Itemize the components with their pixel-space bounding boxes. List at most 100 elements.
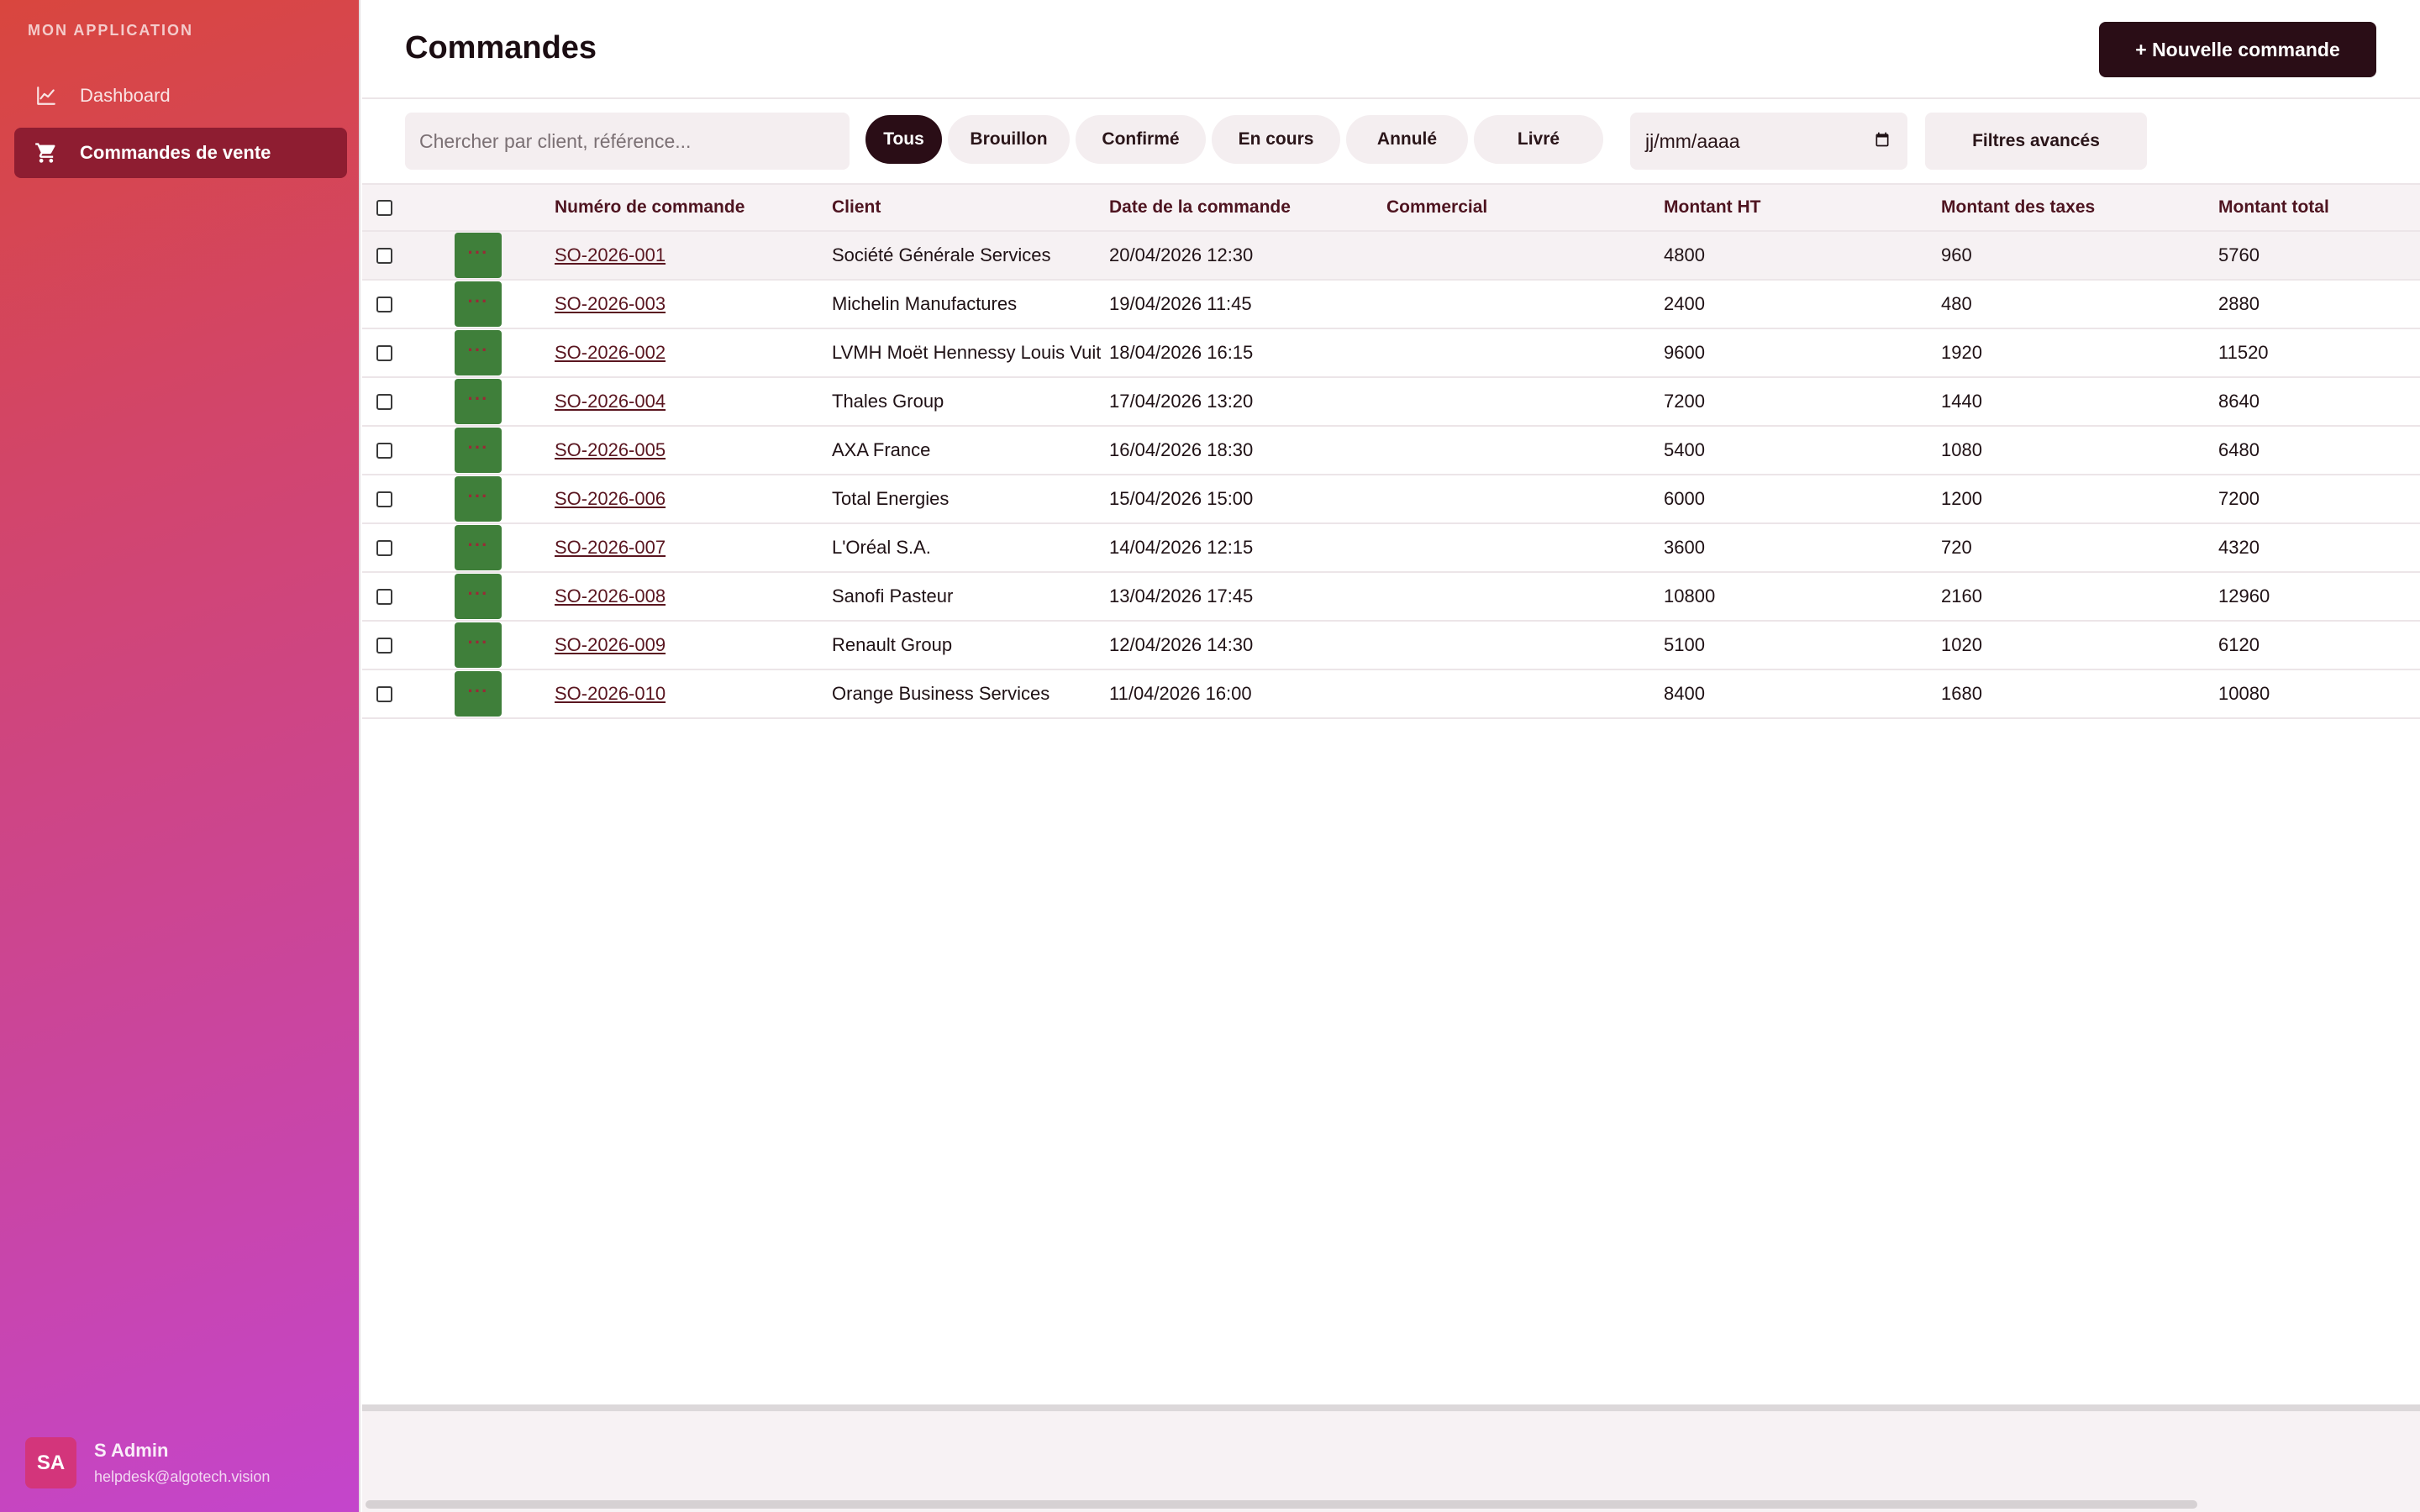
table-row[interactable]: ··· SO-2026-009 Renault Group 12/04/2026 14… (362, 622, 2420, 670)
date-cell: 17/04/2026 13:20 (1109, 391, 1254, 412)
tax-amount-cell: 1020 (1941, 634, 1982, 655)
table-row[interactable]: ··· SO-2026-005 AXA France 16/04/2026 18:30… (362, 427, 2420, 475)
order-number-link[interactable]: SO-2026-007 (555, 537, 666, 559)
amount-ht-cell: 5100 (1664, 634, 1705, 655)
row-actions-button[interactable]: ··· (455, 476, 502, 522)
filter-delivered[interactable]: Livré (1474, 115, 1603, 164)
filter-draft[interactable]: Brouillon (948, 115, 1070, 164)
filter-all[interactable]: Tous (865, 115, 942, 164)
row-actions-button[interactable]: ··· (455, 379, 502, 424)
tax-amount-cell: 2160 (1941, 585, 1982, 606)
order-number-link[interactable]: SO-2026-010 (555, 683, 666, 705)
more-icon: ··· (467, 534, 489, 555)
table-row[interactable]: ··· SO-2026-006 Total Energies 15/04/2026 1… (362, 475, 2420, 524)
sidebar-item-sales-orders[interactable]: Commandes de vente (14, 128, 347, 178)
sidebar-item-label: Commandes de vente (80, 142, 271, 163)
avatar: SA (25, 1437, 76, 1488)
table-row[interactable]: ··· SO-2026-010 Orange Business Services 11… (362, 670, 2420, 719)
total-amount-cell: 11520 (2218, 342, 2269, 363)
table-row[interactable]: ··· SO-2026-004 Thales Group 17/04/2026 13:… (362, 378, 2420, 427)
row-checkbox[interactable] (376, 393, 392, 410)
row-actions-button[interactable]: ··· (455, 330, 502, 375)
client-cell: L'Oréal S.A. (832, 537, 931, 558)
select-all-checkbox[interactable] (376, 199, 392, 216)
date-field[interactable]: jj/mm/aaaa (1630, 113, 1907, 170)
user-card[interactable]: SA S Admin helpdesk@algotech.vision (25, 1437, 270, 1488)
row-actions-button[interactable]: ··· (455, 671, 502, 717)
order-number-link[interactable]: SO-2026-005 (555, 439, 666, 461)
date-cell: 18/04/2026 16:15 (1109, 342, 1254, 363)
row-checkbox[interactable] (376, 685, 392, 702)
column-header[interactable]: Numéro de commande (555, 185, 823, 230)
sidebar: MON APPLICATION Dashboard Commandes de v… (0, 0, 360, 1512)
page-title: Commandes (405, 30, 597, 66)
row-checkbox[interactable] (376, 637, 392, 654)
table-row[interactable]: ··· SO-2026-002 LVMH Moët Hennessy Louis V… (362, 329, 2420, 378)
row-actions-button[interactable]: ··· (455, 428, 502, 473)
date-cell: 20/04/2026 12:30 (1109, 244, 1254, 265)
commercial-cell (1386, 329, 1655, 376)
order-number-link[interactable]: SO-2026-001 (555, 244, 666, 266)
order-number-link[interactable]: SO-2026-003 (555, 293, 666, 315)
order-number-link[interactable]: SO-2026-004 (555, 391, 666, 412)
filter-confirmed[interactable]: Confirmé (1076, 115, 1206, 164)
order-number-link[interactable]: SO-2026-008 (555, 585, 666, 607)
commercial-cell (1386, 475, 1655, 522)
tax-amount-cell: 1680 (1941, 683, 1982, 704)
orders-table: Numéro de commande Client Date de la com… (362, 183, 2420, 719)
commercial-cell (1386, 427, 1655, 474)
more-icon: ··· (467, 242, 489, 263)
more-icon: ··· (467, 583, 489, 604)
column-header[interactable]: Montant total (2218, 185, 2420, 230)
new-order-button[interactable]: + Nouvelle commande (2099, 22, 2376, 77)
total-amount-cell: 12960 (2218, 585, 2270, 606)
column-header[interactable]: Commercial (1386, 185, 1655, 230)
total-amount-cell: 8640 (2218, 391, 2260, 412)
row-checkbox[interactable] (376, 588, 392, 605)
tax-amount-cell: 480 (1941, 293, 1972, 314)
sidebar-item-dashboard[interactable]: Dashboard (14, 71, 347, 121)
filter-cancelled[interactable]: Annulé (1346, 115, 1468, 164)
column-header[interactable]: Client (832, 185, 1101, 230)
row-checkbox[interactable] (376, 491, 392, 507)
filter-in-progress[interactable]: En cours (1212, 115, 1340, 164)
order-number-link[interactable]: SO-2026-002 (555, 342, 666, 364)
order-number-link[interactable]: SO-2026-006 (555, 488, 666, 510)
app-name: MON APPLICATION (28, 22, 193, 39)
row-checkbox[interactable] (376, 344, 392, 361)
row-actions-button[interactable]: ··· (455, 281, 502, 327)
table-row[interactable]: ··· SO-2026-001 Société Générale Services 2… (362, 232, 2420, 281)
search-input[interactable] (405, 113, 850, 170)
column-header[interactable]: Montant des taxes (1941, 185, 2210, 230)
date-field-placeholder: jj/mm/aaaa (1645, 129, 1740, 152)
more-icon: ··· (467, 486, 489, 507)
advanced-filters-button[interactable]: Filtres avancés (1925, 113, 2147, 170)
row-actions-button[interactable]: ··· (455, 574, 502, 619)
row-checkbox[interactable] (376, 539, 392, 556)
date-cell: 12/04/2026 14:30 (1109, 634, 1254, 655)
total-amount-cell: 5760 (2218, 244, 2260, 265)
tax-amount-cell: 1200 (1941, 488, 1982, 509)
client-cell: LVMH Moët Hennessy Louis Vuitton (832, 342, 1101, 363)
row-actions-button[interactable]: ··· (455, 233, 502, 278)
date-cell: 13/04/2026 17:45 (1109, 585, 1254, 606)
order-number-link[interactable]: SO-2026-009 (555, 634, 666, 656)
horizontal-scrollbar[interactable] (366, 1500, 2197, 1509)
row-checkbox[interactable] (376, 442, 392, 459)
total-amount-cell: 6120 (2218, 634, 2260, 655)
cart-icon (33, 139, 60, 166)
tax-amount-cell: 960 (1941, 244, 1972, 265)
column-header[interactable]: Date de la commande (1109, 185, 1378, 230)
row-actions-button[interactable]: ··· (455, 622, 502, 668)
amount-ht-cell: 5400 (1664, 439, 1705, 460)
table-row[interactable]: ··· SO-2026-008 Sanofi Pasteur 13/04/2026 1… (362, 573, 2420, 622)
client-cell: Renault Group (832, 634, 953, 655)
column-header[interactable]: Montant HT (1664, 185, 1933, 230)
table-row[interactable]: ··· SO-2026-003 Michelin Manufactures 19/04… (362, 281, 2420, 329)
table-row[interactable]: ··· SO-2026-007 L'Oréal S.A. 14/04/2026 12:… (362, 524, 2420, 573)
row-actions-button[interactable]: ··· (455, 525, 502, 570)
calendar-icon[interactable] (1874, 130, 1891, 153)
row-checkbox[interactable] (376, 247, 392, 264)
row-checkbox[interactable] (376, 296, 392, 312)
total-amount-cell: 10080 (2218, 683, 2270, 704)
